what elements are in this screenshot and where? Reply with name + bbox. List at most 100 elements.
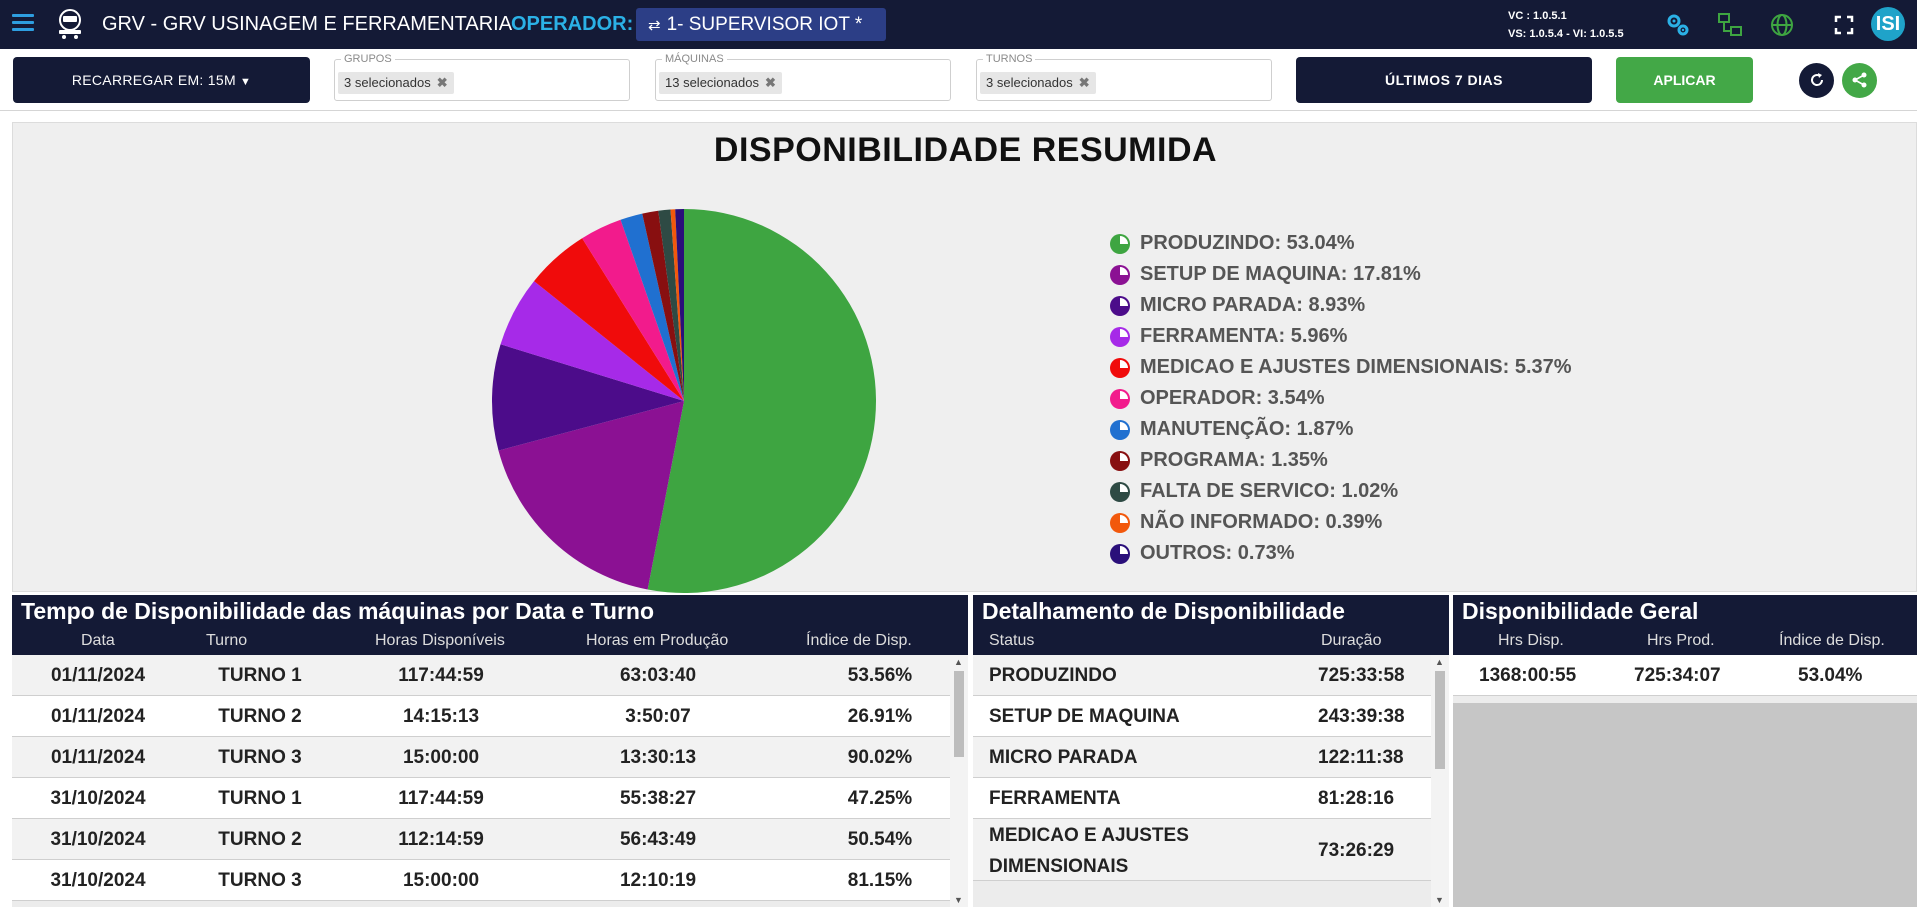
general-table-row: 1368:00:55 725:34:07 53.04% [1453,655,1917,696]
reload-interval-button[interactable]: RECARREGAR EM: 15M ▼ [13,57,310,103]
close-icon[interactable]: ✖ [765,75,776,90]
detail-table-header: Status Duração [973,627,1449,655]
table-cell: 31/10/2024 [50,829,146,850]
general-table-title: Disponibilidade Geral [1453,595,1917,627]
table-row[interactable]: SETUP DE MAQUINA 243:39:38 [973,696,1449,737]
scroll-thumb[interactable] [1435,671,1445,769]
legend-item[interactable]: SETUP DE MAQUINA: 17.81% [1110,259,1572,290]
fullscreen-icon[interactable] [1831,12,1857,38]
share-button[interactable] [1842,63,1877,98]
table-row[interactable]: 01/11/2024 TURNO 3 15:00:00 13:30:13 90.02% [12,737,968,778]
legend-item[interactable]: PROGRAMA: 1.35% [1110,445,1572,476]
table-cell: 112:14:59 [398,829,484,850]
table-row[interactable]: 31/10/2024 TURNO 2 112:14:59 56:43:49 50.54% [12,819,968,860]
table-row[interactable]: MEDICAO E AJUSTES DIMENSIONAIS 73:26:29 [973,819,1449,881]
table-cell: 12:10:19 [619,870,697,891]
table-row[interactable]: PRODUZINDO 725:33:58 [973,655,1449,696]
user-avatar[interactable]: ISI [1871,7,1905,41]
legend-label: OPERADOR: 3.54% [1140,387,1325,409]
table-cell: 81.15% [847,870,913,891]
apply-button[interactable]: APLICAR [1616,57,1753,103]
detail-table-title: Detalhamento de Disponibilidade [973,595,1449,627]
shifts-filter[interactable]: TURNOS 3 selecionados ✖ [976,53,1272,101]
table-cell: 31/10/2024 [50,870,146,891]
app-title: GRV - GRV USINAGEM E FERRAMENTARIA [102,13,513,35]
settings-gears-icon[interactable] [1665,12,1691,38]
table-cell: 63:03:40 [619,665,697,686]
refresh-button[interactable] [1799,63,1834,98]
legend-item[interactable]: NÃO INFORMADO: 0.39% [1110,507,1572,538]
col-hrs-disp: Hrs Disp. [1498,632,1564,649]
scroll-up-icon[interactable]: ▲ [1435,657,1444,667]
legend-item[interactable]: MANUTENÇÃO: 1.87% [1110,414,1572,445]
availability-pie-chart [492,209,876,593]
share-icon [1852,72,1866,88]
scroll-thumb[interactable] [954,671,964,757]
table-cell: TURNO 3 [218,870,302,891]
availability-detail-panel: Detalhamento de Disponibilidade Status D… [973,595,1449,907]
table-row[interactable]: 31/10/2024 TURNO 1 117:44:59 55:38:27 47.25% [12,778,968,819]
shifts-chip: 3 selecionados ✖ [980,72,1096,94]
legend-item[interactable]: PRODUZINDO: 53.04% [1110,228,1572,259]
scroll-down-icon[interactable]: ▼ [954,895,963,905]
machines-filter[interactable]: MÁQUINAS 13 selecionados ✖ [655,53,951,101]
filter-bar: RECARREGAR EM: 15M ▼ GRUPOS 3 selecionado… [0,49,1917,111]
legend-label: MICRO PARADA: 8.93% [1140,294,1366,316]
version-vs: VS: 1.0.5.4 - VI: 1.0.5.5 [1508,28,1624,40]
top-bar: GRV - GRV USINAGEM E FERRAMENTARIA OPERA… [0,0,1917,49]
table-cell: 01/11/2024 [50,706,146,727]
legend-item[interactable]: FALTA DE SERVICO: 1.02% [1110,476,1572,507]
scroll-down-icon[interactable]: ▼ [1435,895,1444,905]
pie-chart-icon [1110,420,1130,440]
pie-chart-icon [1110,389,1130,409]
close-icon[interactable]: ✖ [437,75,448,90]
legend-label: SETUP DE MAQUINA: 17.81% [1140,263,1421,285]
table-row[interactable]: 01/11/2024 TURNO 1 117:44:59 63:03:40 53.56% [12,655,968,696]
time-table-scrollbar[interactable]: ▲ ▼ [950,655,968,907]
time-table-body[interactable]: 01/11/2024 TURNO 1 117:44:59 63:03:40 53.56%… [12,655,968,901]
legend-item[interactable]: FERRAMENTA: 5.96% [1110,321,1572,352]
legend-label: PROGRAMA: 1.35% [1140,449,1328,471]
legend-item[interactable]: OUTROS: 0.73% [1110,538,1572,569]
table-cell: 15:00:00 [402,870,480,891]
network-icon[interactable] [1717,12,1743,38]
reload-label: RECARREGAR EM: 15M [71,72,236,88]
menu-icon[interactable] [12,14,34,34]
groups-filter[interactable]: GRUPOS 3 selecionados ✖ [334,53,630,101]
detail-table-scrollbar[interactable]: ▲ ▼ [1431,655,1449,907]
table-row[interactable]: 31/10/2024 TURNO 3 15:00:00 12:10:19 81.15% [12,860,968,901]
col-turno: Turno [206,632,248,649]
table-row[interactable]: FERRAMENTA 81:28:16 [973,778,1449,819]
status-cell: MICRO PARADA [989,747,1138,768]
close-icon[interactable]: ✖ [1079,75,1090,90]
groups-chip: 3 selecionados ✖ [338,72,454,94]
cell-indice-geral: 53.04% [1798,665,1863,686]
table-cell: TURNO 2 [218,706,302,727]
scroll-up-icon[interactable]: ▲ [954,657,963,667]
time-availability-panel: Tempo de Disponibilidade das máquinas po… [12,595,968,907]
period-button[interactable]: ÚLTIMOS 7 DIAS [1296,57,1592,103]
version-vc: VC : 1.0.5.1 [1508,10,1567,22]
globe-icon[interactable] [1769,12,1795,38]
col-indice-geral: Índice de Disp. [1779,632,1885,649]
chart-title: DISPONIBILIDADE RESUMIDA [713,131,1218,169]
table-cell: TURNO 3 [218,747,302,768]
refresh-icon [1810,73,1823,86]
table-cell: 50.54% [847,829,913,850]
table-row[interactable]: MICRO PARADA 122:11:38 [973,737,1449,778]
legend-item[interactable]: MICRO PARADA: 8.93% [1110,290,1572,321]
operator-selector[interactable]: ⇄ 1- SUPERVISOR IOT * [636,8,886,41]
detail-table-body[interactable]: PRODUZINDO 725:33:58 SETUP DE MAQUINA 243:3… [973,655,1449,881]
col-horas-producao: Horas em Produção [586,632,729,649]
status-cell: SETUP DE MAQUINA [989,706,1180,727]
status-cell: PRODUZINDO [989,665,1117,686]
legend-item[interactable]: MEDICAO E AJUSTES DIMENSIONAIS: 5.37% [1110,352,1572,383]
legend-item[interactable]: OPERADOR: 3.54% [1110,383,1572,414]
pie-chart-icon [1110,234,1130,254]
machines-chip-label: 13 selecionados [665,75,759,90]
col-data: Data [81,632,115,649]
table-row[interactable]: 01/11/2024 TURNO 2 14:15:13 3:50:07 26.91% [12,696,968,737]
col-indice: Índice de Disp. [806,632,912,649]
availability-chart-panel: DISPONIBILIDADE RESUMIDA PRODUZINDO: 53.… [12,122,1917,593]
cell-hrs-disp: 1368:00:55 [1479,665,1577,686]
